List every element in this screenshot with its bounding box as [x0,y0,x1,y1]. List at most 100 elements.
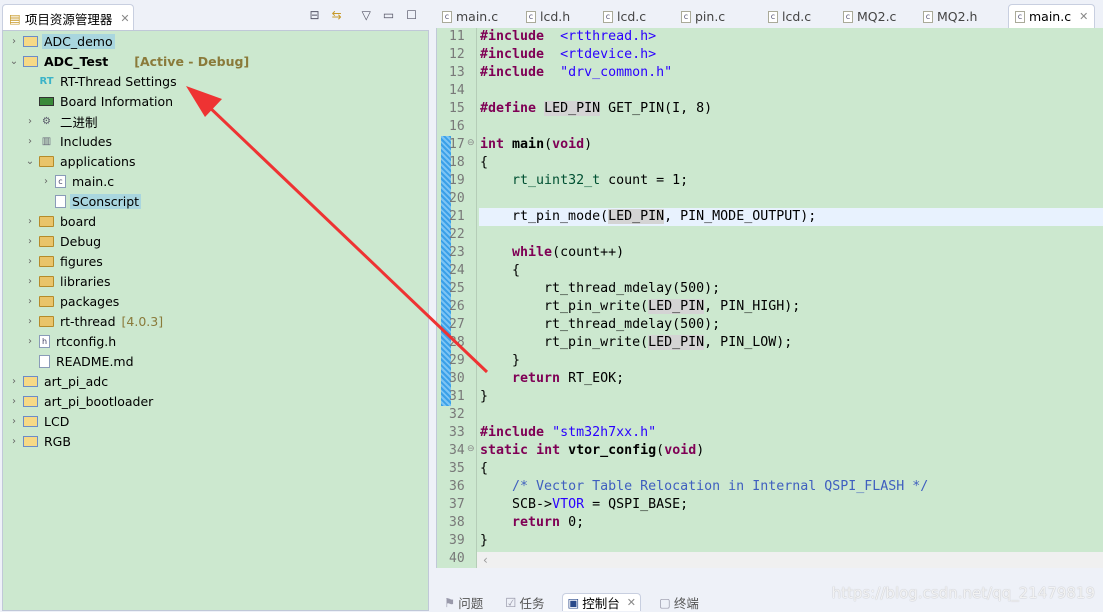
tree-item[interactable]: › RGB [9,431,73,451]
editor-tab-pin-c[interactable]: c pin.c [681,9,725,24]
tree-item[interactable]: › rt-thread [4.0.3] [25,311,163,331]
editor-tab-lcd-h[interactable]: c lcd.h [526,9,570,24]
editor-tab-label: pin.c [695,9,726,24]
chevron-right-icon[interactable]: › [25,136,35,147]
chevron-right-icon[interactable]: › [9,396,19,407]
tab-project-explorer[interactable]: ▤ 项目资源管理器 ✕ [2,4,134,31]
minimize-icon[interactable]: ▭ [383,8,394,22]
tree-item[interactable]: › ADC_demo [9,31,115,51]
folder-icon [39,295,54,307]
keyword-token: #define [480,101,537,116]
close-icon[interactable]: ✕ [1079,10,1088,23]
code-token: SCB-> [480,497,553,512]
tree-item[interactable]: README.md [25,351,136,371]
chevron-right-icon[interactable]: › [41,176,51,187]
keyword-token: while [512,245,553,260]
editor-tab-lcd-c[interactable]: c lcd.c [603,9,646,24]
chevron-right-icon[interactable]: › [9,416,19,427]
tree-item-label: libraries [60,273,111,289]
editor-tab-label: MQ2.c [857,9,897,24]
chevron-right-icon[interactable]: › [25,236,35,247]
link-with-editor-icon[interactable]: ⇆ [332,8,342,22]
code-line: rt_pin_mode(LED_PIN, PIN_MODE_OUTPUT); [479,208,1103,226]
tree-item[interactable]: › ▥ Includes [25,131,114,151]
chevron-right-icon[interactable]: › [25,336,35,347]
editor-tab-MQ2-h[interactable]: c MQ2.h [923,9,977,24]
close-icon[interactable]: ✕ [627,596,636,609]
terminal-icon: ▢ [659,594,671,610]
editor-area: c main.c c lcd.h c lcd.c c pin.c c lcd.c c MQ2.c c MQ… [436,0,1103,590]
scroll-left-icon[interactable]: ‹ [483,553,488,567]
editor-tab-label: lcd.h [540,9,571,24]
tab-console[interactable]: ▣ 控制台 ✕ [562,593,642,611]
code-line: rt_pin_write(LED_PIN, PIN_HIGH); [479,298,1103,316]
chevron-right-icon[interactable]: › [25,256,35,267]
chevron-right-icon[interactable]: › [25,276,35,287]
tree-item-label: ADC_Test [44,53,109,69]
tree-item[interactable]: Board Information [25,91,175,111]
tab-problems[interactable]: ⚑ 问题 [440,593,487,611]
code-token: ( [656,443,665,458]
keyword-token: #include [480,47,545,62]
code-editor[interactable]: 11 12 13 14 15 16 17 ⊖ 18 19 20 21 22 23 24 25 26 27 28 29 3… [436,28,1103,568]
editor-tab-main-c[interactable]: c main.c ✕ [1008,4,1096,28]
tree-item[interactable]: › art_pi_adc [9,371,110,391]
editor-tab-MQ2-c[interactable]: c MQ2.c [843,9,896,24]
view-menu-icon[interactable]: ▽ [362,8,371,22]
fold-toggle-icon[interactable]: ⊖ [467,138,475,148]
code-token: count = 1; [600,173,689,188]
line-number: 11 [449,29,465,44]
tab-terminal[interactable]: ▢ 终端 [655,593,703,611]
tree-item[interactable]: › figures [25,251,105,271]
tree-item[interactable]: › h rtconfig.h [25,331,118,351]
tree-item[interactable]: › LCD [9,411,71,431]
horizontal-scrollbar[interactable]: ‹ [477,552,1103,568]
close-icon[interactable]: ✕ [120,12,129,25]
c-file-icon: c [1015,10,1025,23]
code-token: ) [584,137,593,152]
keyword-token: return [512,515,561,530]
editor-tab-lcd-c[interactable]: c lcd.c [768,9,811,24]
tree-item[interactable]: › c main.c [41,171,116,191]
tree-item[interactable]: RT RT-Thread Settings [25,71,179,91]
code-line: #include <rtthread.h> [479,28,1103,46]
tree-item[interactable]: SConscript [41,191,142,211]
chevron-right-icon[interactable]: › [25,316,35,327]
bottom-tab-label: 终端 [673,595,699,611]
editor-tab-label: MQ2.h [937,9,978,24]
editor-tab-main-c[interactable]: c main.c [442,9,498,24]
file-icon [55,194,66,208]
tree-item[interactable]: ⌄ ADC_Test [Active - Debug] [9,51,249,71]
tree-item[interactable]: › libraries [25,271,113,291]
chevron-down-icon[interactable]: ⌄ [9,56,19,67]
tree-item[interactable]: › packages [25,291,121,311]
chevron-right-icon[interactable]: › [25,296,35,307]
tree-item[interactable]: ⌄ applications [25,151,137,171]
chevron-right-icon[interactable]: › [9,436,19,447]
chevron-down-icon[interactable]: ⌄ [25,156,35,167]
tree-item[interactable]: › ⚙ 二进制 [25,111,100,131]
maximize-icon[interactable]: ☐ [406,8,417,22]
tree-item-label: 二进制 [60,114,98,130]
chevron-right-icon[interactable]: › [25,116,35,127]
bottom-tab-label: 任务 [519,595,545,611]
project-icon [23,395,38,407]
chevron-right-icon[interactable]: › [9,36,19,47]
code-token: GET_PIN(I, 8) [600,101,713,116]
binaries-icon: ⚙ [42,115,51,127]
project-icon [23,415,38,427]
string-token: VTOR [552,497,585,512]
line-number: 33 [449,425,465,440]
fold-toggle-icon[interactable]: ⊖ [467,444,475,454]
keyword-token: return [512,371,561,386]
chevron-right-icon[interactable]: › [9,376,19,387]
tree-item-label: rt-thread [60,313,116,329]
tab-tasks[interactable]: ☑ 任务 [501,593,548,611]
collapse-all-icon[interactable]: ⊟ [310,8,320,22]
tree-item[interactable]: › board [25,211,98,231]
chevron-right-icon[interactable]: › [25,216,35,227]
tree-item[interactable]: › Debug [25,231,103,251]
tree-item[interactable]: › art_pi_bootloader [9,391,155,411]
tree-item-label: Board Information [60,93,174,109]
